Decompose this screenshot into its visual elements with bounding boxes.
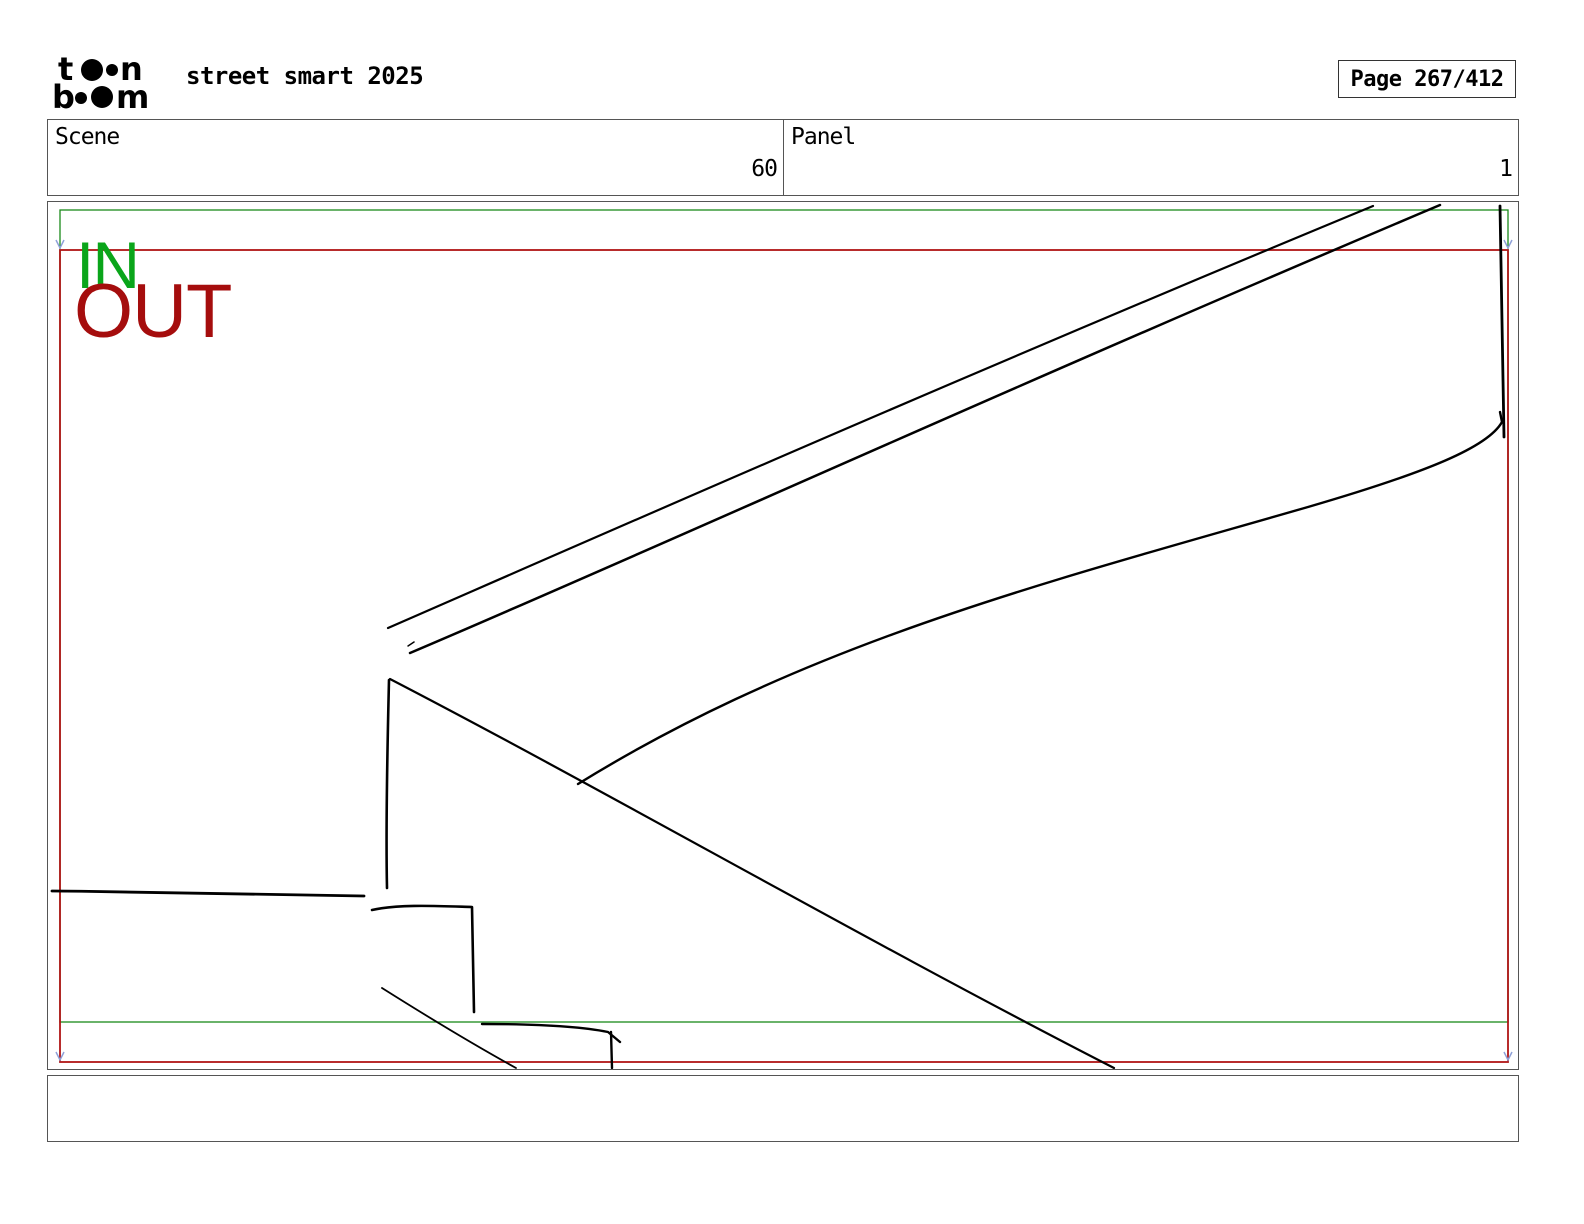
scene-box: Scene 60 <box>47 119 784 196</box>
svg-text:b: b <box>52 78 75 112</box>
caption-box <box>47 1075 1519 1142</box>
panel-sketch <box>50 203 1513 1069</box>
panel-box: Panel 1 <box>783 119 1519 196</box>
sketch-strokes <box>50 203 1506 1069</box>
panel-value: 1 <box>1499 156 1513 182</box>
page-number-label: Page 267/412 <box>1350 66 1504 92</box>
scene-value: 60 <box>751 156 778 182</box>
scene-label: Scene <box>55 124 120 150</box>
in-frame <box>59 209 1509 1023</box>
svg-text:m: m <box>116 78 149 112</box>
out-label: OUT <box>74 269 232 354</box>
page-number: Page 267/412 <box>1338 60 1516 98</box>
out-frame <box>59 249 1509 1063</box>
panel-label: Panel <box>791 124 856 150</box>
panel-image: IN OUT <box>47 201 1519 1070</box>
project-title: street smart 2025 <box>186 62 424 90</box>
toon-boom-logo: t n b m <box>52 52 149 112</box>
